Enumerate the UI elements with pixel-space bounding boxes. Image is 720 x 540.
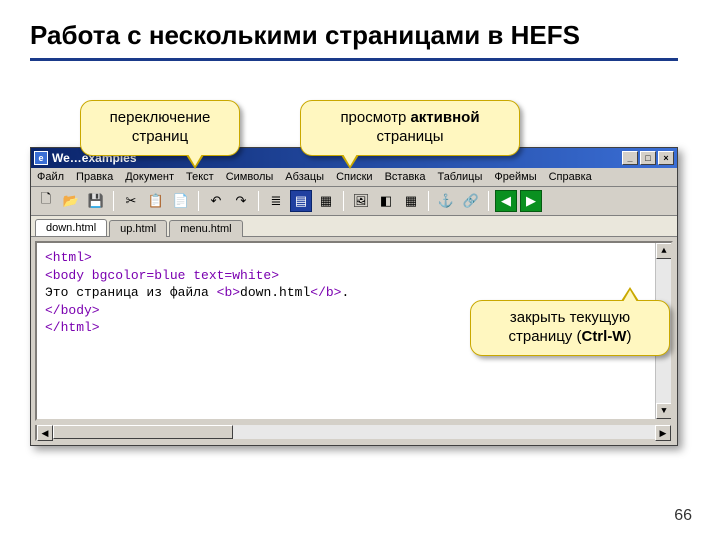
code-text: </html> — [45, 320, 100, 335]
menu-item-insert[interactable]: Вставка — [385, 171, 426, 183]
menu-item-file[interactable]: Файл — [37, 171, 64, 183]
toolbar-separator — [198, 191, 199, 211]
toolbar-separator — [343, 191, 344, 211]
toolbar-separator — [488, 191, 489, 211]
page-number: 66 — [674, 507, 692, 525]
code-text: down.html — [240, 285, 310, 300]
scroll-up-icon[interactable]: ▲ — [656, 243, 672, 259]
horizontal-scrollbar[interactable]: ◀ ▶ — [35, 425, 673, 441]
callout-text-bold: активной — [410, 109, 479, 126]
menu-item-document[interactable]: Документ — [125, 171, 174, 183]
menu-item-paragraphs[interactable]: Абзацы — [285, 171, 324, 183]
new-icon[interactable]: 🗋 — [35, 190, 57, 212]
color-icon[interactable]: ◧ — [375, 190, 397, 212]
menu-item-edit[interactable]: Правка — [76, 171, 113, 183]
anchor-icon[interactable]: ⚓ — [435, 190, 457, 212]
close-button[interactable]: × — [658, 151, 674, 165]
cut-icon[interactable]: ✂ — [120, 190, 142, 212]
copy-icon[interactable]: 📋 — [145, 190, 167, 212]
editor-window: e We…examples _ □ × Файл Правка Документ… — [30, 147, 678, 446]
code-text: <body bgcolor=blue text=white> — [45, 268, 279, 283]
callout-switch-tabs: переключение страниц — [80, 100, 240, 156]
callout-view-active: просмотр активной страницы — [300, 100, 520, 156]
multimedia-icon[interactable]: ▦ — [400, 190, 422, 212]
maximize-button[interactable]: □ — [640, 151, 656, 165]
code-text: <html> — [45, 250, 92, 265]
menu-item-help[interactable]: Справка — [549, 171, 592, 183]
redo-icon[interactable]: ↷ — [230, 190, 252, 212]
image-icon[interactable]: 🖼 — [350, 190, 372, 212]
code-text: <b> — [217, 285, 240, 300]
callout-text-bold: Ctrl-W — [581, 328, 626, 345]
code-text: . — [341, 285, 349, 300]
scroll-left-icon[interactable]: ◀ — [37, 425, 53, 441]
callout-text-part: ) — [626, 328, 631, 345]
callout-close-current: закрыть текущую страницу (Ctrl-W) — [470, 300, 670, 356]
tab-down-html[interactable]: down.html — [35, 219, 107, 236]
menubar: Файл Правка Документ Текст Символы Абзац… — [31, 168, 677, 187]
menu-item-symbols[interactable]: Символы — [226, 171, 274, 183]
callout-text-part: просмотр — [340, 109, 410, 126]
forward-icon[interactable]: ▶ — [520, 190, 542, 212]
menu-item-text[interactable]: Текст — [186, 171, 214, 183]
list-icon[interactable]: ≣ — [265, 190, 287, 212]
view-source-icon[interactable]: ▦ — [315, 190, 337, 212]
menu-item-tables[interactable]: Таблицы — [437, 171, 482, 183]
title-rule — [30, 58, 678, 61]
tab-up-html[interactable]: up.html — [109, 220, 167, 237]
undo-icon[interactable]: ↶ — [205, 190, 227, 212]
minimize-button[interactable]: _ — [622, 151, 638, 165]
toolbar-separator — [258, 191, 259, 211]
scroll-right-icon[interactable]: ▶ — [655, 425, 671, 441]
code-text: </body> — [45, 303, 100, 318]
view-edit-icon[interactable]: ▤ — [290, 190, 312, 212]
toolbar: 🗋📂💾✂📋📄↶↷≣▤▦🖼◧▦⚓🔗◀▶ — [31, 187, 677, 216]
callout-text-part: страницы — [376, 128, 443, 145]
back-icon[interactable]: ◀ — [495, 190, 517, 212]
open-icon[interactable]: 📂 — [60, 190, 82, 212]
paste-icon[interactable]: 📄 — [170, 190, 192, 212]
app-icon: e — [34, 151, 48, 165]
tab-menu-html[interactable]: menu.html — [169, 220, 242, 237]
callout-text: переключение страниц — [110, 109, 211, 145]
save-icon[interactable]: 💾 — [85, 190, 107, 212]
document-tabs: down.html up.html menu.html — [31, 216, 677, 237]
toolbar-separator — [113, 191, 114, 211]
menu-item-lists[interactable]: Списки — [336, 171, 373, 183]
slide-title: Работа с несколькими страницами в HEFS — [30, 20, 580, 51]
code-text: </b> — [310, 285, 341, 300]
scroll-thumb[interactable] — [53, 425, 233, 439]
code-text: Это страница из файла — [45, 285, 217, 300]
link-icon[interactable]: 🔗 — [460, 190, 482, 212]
menu-item-frames[interactable]: Фреймы — [494, 171, 536, 183]
toolbar-separator — [428, 191, 429, 211]
scroll-down-icon[interactable]: ▼ — [656, 403, 672, 419]
